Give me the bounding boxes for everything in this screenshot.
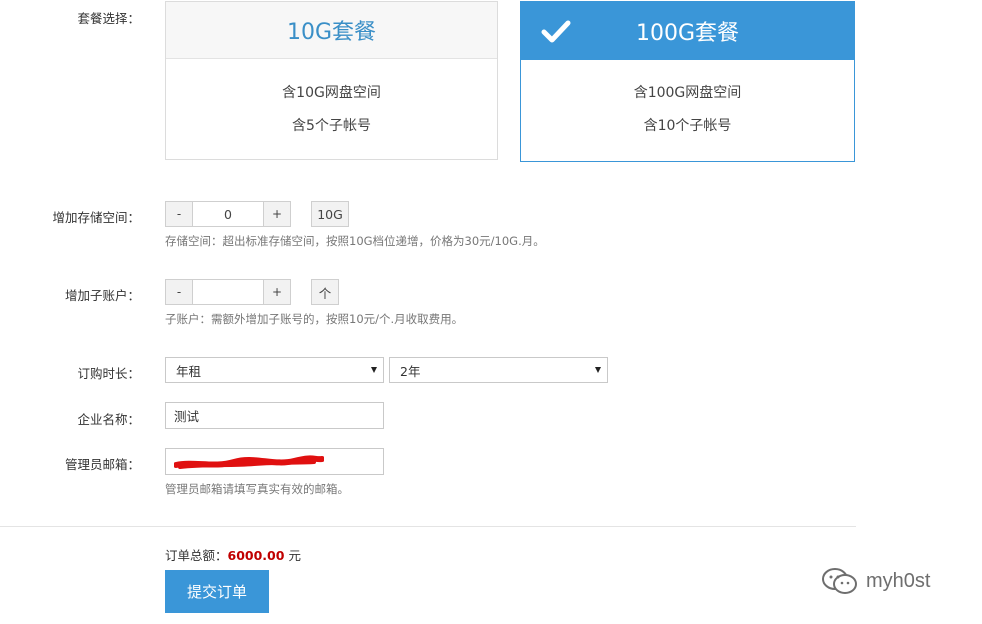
storage-input[interactable]: 0 xyxy=(193,201,263,227)
order-total-label: 订单总额： xyxy=(165,548,228,563)
watermark: myh0st xyxy=(820,566,930,596)
storage-stepper: - 0 + xyxy=(165,201,291,227)
package-10g-title: 10G套餐 xyxy=(166,2,497,59)
package-100g-card[interactable]: 100G套餐 含100G网盘空间 含10个子帐号 xyxy=(520,1,855,162)
duration-type-value: 年租 xyxy=(176,363,202,379)
caret-down-icon xyxy=(371,367,377,373)
storage-unit-badge: 10G xyxy=(311,201,349,227)
order-total-currency: 元 xyxy=(288,548,301,563)
watermark-text: myh0st xyxy=(866,569,931,592)
company-input[interactable]: 测试 xyxy=(165,402,384,429)
order-total: 订单总额：6000.00 元 xyxy=(165,545,301,564)
company-input-value: 测试 xyxy=(174,409,200,424)
storage-decrement-button[interactable]: - xyxy=(165,201,193,227)
package-100g-accounts: 含10个子帐号 xyxy=(643,118,732,134)
subaccount-decrement-button[interactable]: - xyxy=(165,279,193,305)
subaccount-label: 增加子账户： xyxy=(64,288,140,303)
order-total-amount: 6000.00 xyxy=(227,548,285,563)
subaccount-hint: 子账户：需额外增加子账号的，按照10元/个.月收取费用。 xyxy=(165,312,464,326)
package-10g-storage: 含10G网盘空间 xyxy=(282,85,381,101)
package-100g-storage: 含100G网盘空间 xyxy=(633,85,742,101)
subaccount-input[interactable] xyxy=(193,279,263,305)
checkmark-icon xyxy=(541,20,571,43)
storage-increment-button[interactable]: + xyxy=(263,201,291,227)
admin-email-hint: 管理员邮箱请填写真实有效的邮箱。 xyxy=(165,482,349,496)
package-label: 套餐选择： xyxy=(77,11,140,26)
admin-email-input[interactable] xyxy=(165,448,384,475)
admin-email-label: 管理员邮箱： xyxy=(64,457,140,472)
storage-hint: 存储空间：超出标准存储空间，按照10G档位递增，价格为30元/10G.月。 xyxy=(165,234,545,248)
package-10g-card[interactable]: 10G套餐 含10G网盘空间 含5个子帐号 xyxy=(165,1,498,160)
package-100g-title: 100G套餐 xyxy=(635,21,740,46)
wechat-icon xyxy=(822,568,857,594)
duration-label: 订购时长： xyxy=(77,366,140,381)
storage-label: 增加存储空间： xyxy=(52,210,140,225)
subaccount-unit-badge: 个 xyxy=(311,279,339,305)
duration-type-select[interactable]: 年租 xyxy=(165,357,384,383)
section-divider xyxy=(0,526,856,527)
subaccount-increment-button[interactable]: + xyxy=(263,279,291,305)
subaccount-stepper: - + xyxy=(165,279,291,305)
caret-down-icon xyxy=(595,367,601,373)
duration-years-select[interactable]: 2年 xyxy=(389,357,608,383)
package-10g-accounts: 含5个子帐号 xyxy=(292,118,371,134)
company-label: 企业名称： xyxy=(77,412,140,427)
duration-years-value: 2年 xyxy=(400,363,421,379)
redaction-scribble xyxy=(174,454,324,469)
submit-order-button[interactable]: 提交订单 xyxy=(165,570,269,613)
